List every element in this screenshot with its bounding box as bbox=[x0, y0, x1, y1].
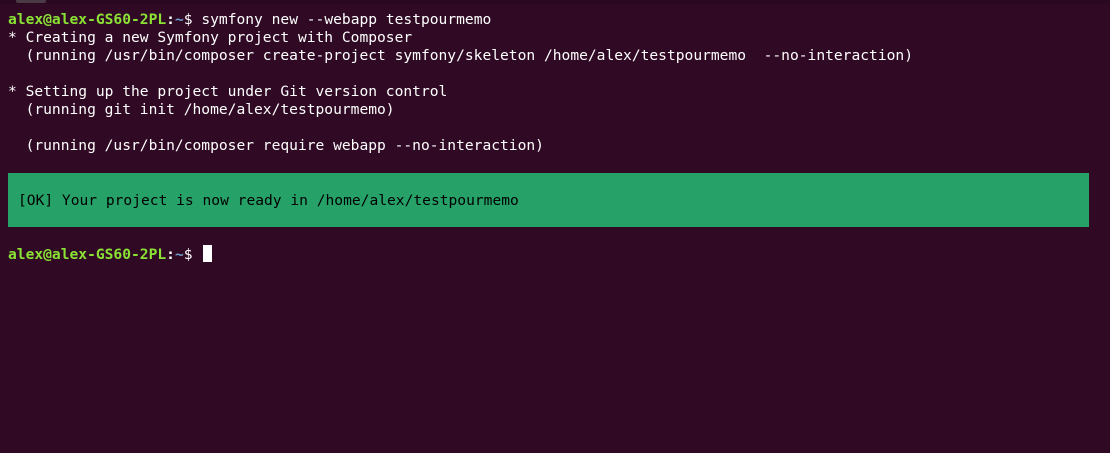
window-top-edge bbox=[0, 0, 1110, 4]
prompt-symbol: $ bbox=[183, 11, 193, 28]
prompt-user-host: alex@alex-GS60-2PL bbox=[8, 246, 167, 263]
prompt-symbol: $ bbox=[183, 246, 193, 263]
prompt-path: ~ bbox=[174, 246, 184, 263]
output-line: * Setting up the project under Git versi… bbox=[8, 83, 448, 100]
command-text: symfony new --webapp testpourmemo bbox=[192, 11, 492, 28]
success-banner: [OK] Your project is now ready in /home/… bbox=[8, 173, 1089, 227]
prompt-user-host: alex@alex-GS60-2PL bbox=[8, 11, 167, 28]
output-line: * Creating a new Symfony project with Co… bbox=[8, 29, 413, 46]
success-message: [OK] Your project is now ready in /home/… bbox=[18, 191, 519, 209]
prompt-path: ~ bbox=[174, 11, 184, 28]
prompt-separator: : bbox=[166, 11, 175, 28]
prompt-separator: : bbox=[166, 246, 175, 263]
output-line: (running /usr/bin/composer require webap… bbox=[8, 137, 544, 154]
tab-stub bbox=[16, 0, 46, 3]
current-prompt-line[interactable]: alex@alex-GS60-2PL:~$ bbox=[8, 245, 1098, 263]
command-line: alex@alex-GS60-2PL:~$ symfony new --weba… bbox=[8, 11, 1098, 29]
terminal-output[interactable]: alex@alex-GS60-2PL:~$ symfony new --weba… bbox=[8, 11, 1098, 263]
output-line: (running git init /home/alex/testpourmem… bbox=[8, 101, 395, 118]
text-cursor bbox=[203, 245, 213, 262]
output-line: (running /usr/bin/composer create-projec… bbox=[8, 47, 913, 64]
